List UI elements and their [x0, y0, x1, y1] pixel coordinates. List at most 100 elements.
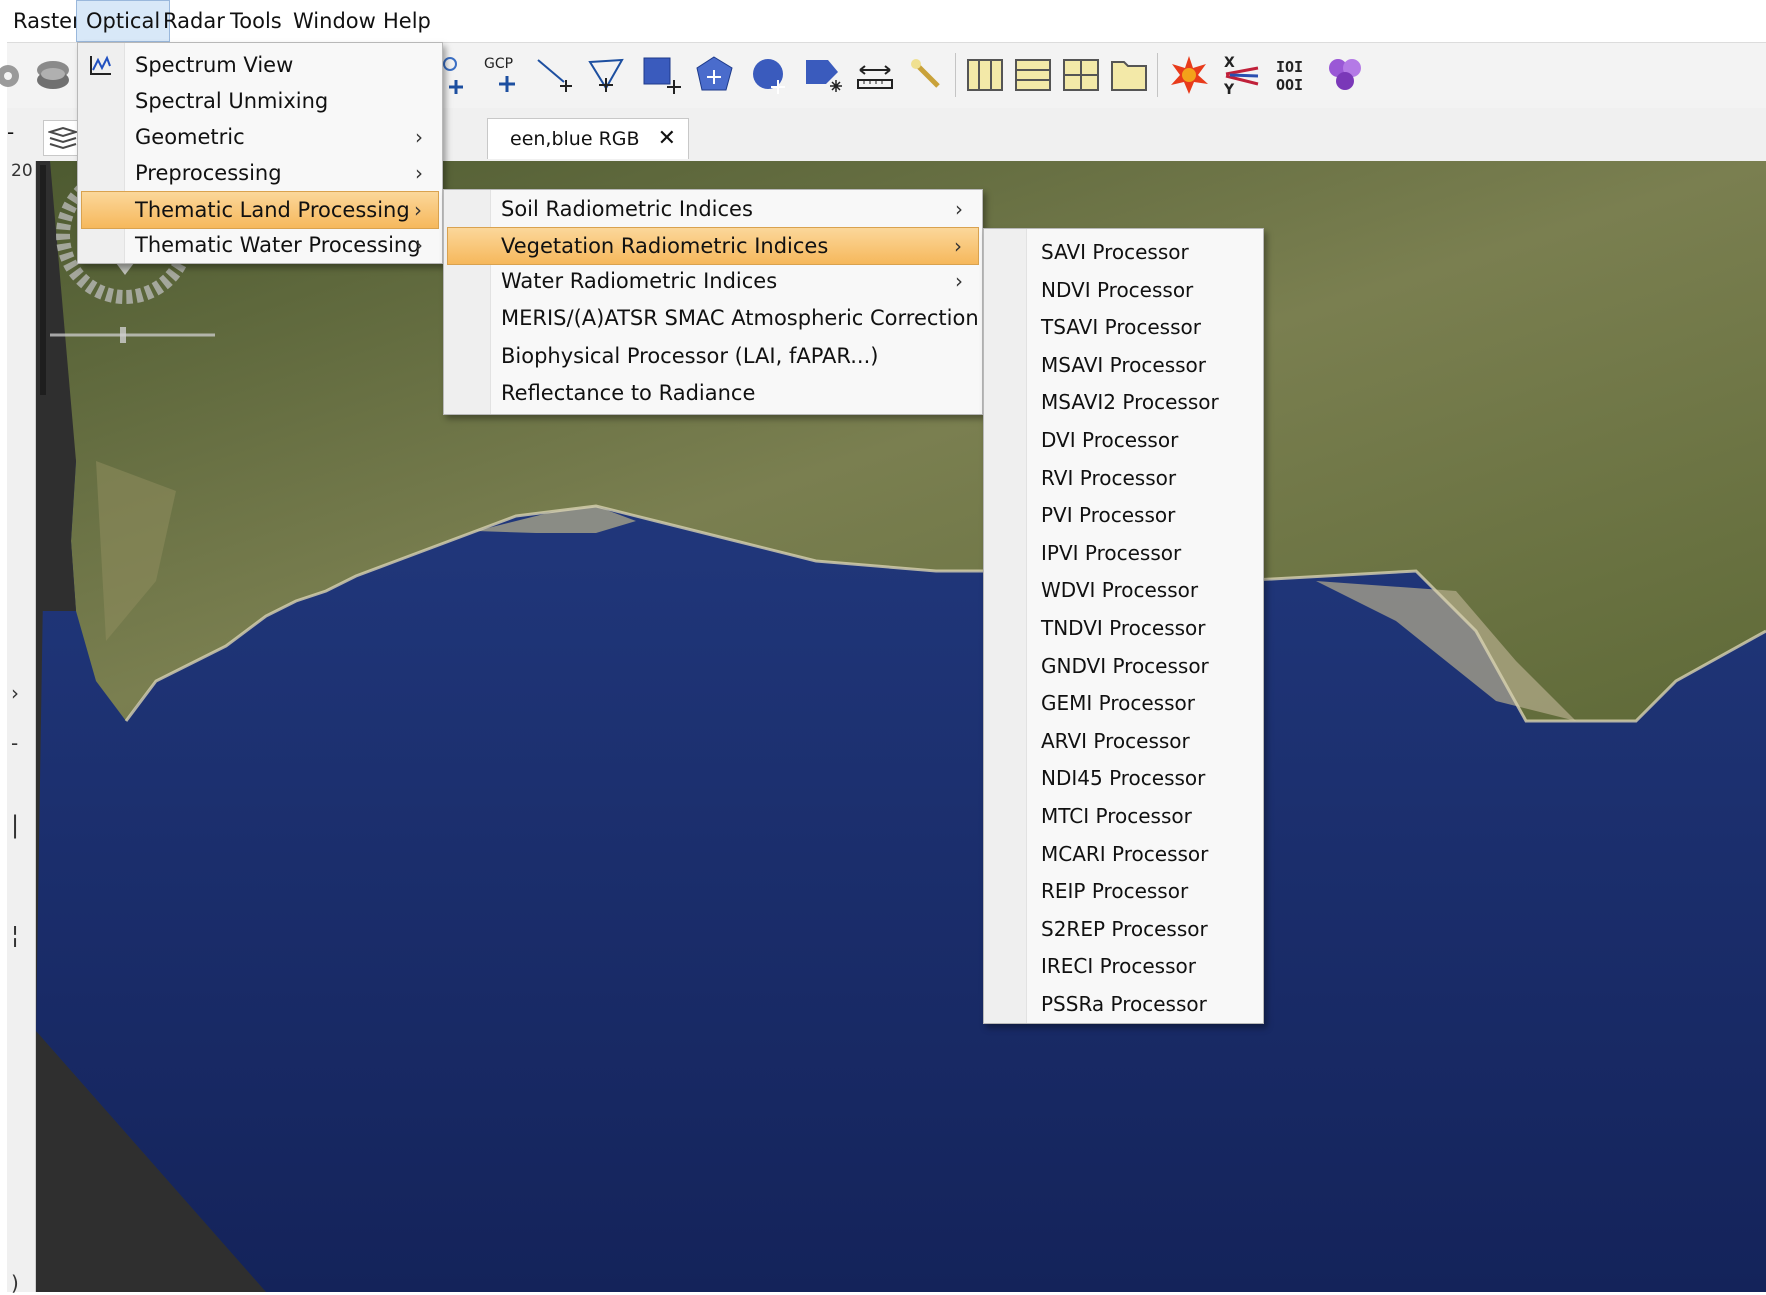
range-finder-icon[interactable]	[853, 53, 897, 97]
tool-icon[interactable]: ¦	[11, 921, 19, 949]
menu-item-label: Water Radiometric Indices	[501, 269, 778, 293]
menu-item-spectrum-view[interactable]: Spectrum View	[81, 47, 439, 83]
menu-item-mcari-processor[interactable]: MCARI Processor	[987, 835, 1260, 873]
menu-item-label: PVI Processor	[1041, 503, 1176, 528]
menu-item-label: MERIS/(A)ATSR SMAC Atmospheric Correctio…	[501, 306, 979, 330]
menu-item-msavi-processor[interactable]: MSAVI Processor	[987, 346, 1260, 384]
toolbar-separator	[955, 53, 956, 97]
hexagon-cluster-icon[interactable]	[1323, 53, 1367, 97]
gcp-label: GCP	[484, 56, 513, 72]
pixel-info-icon[interactable]	[905, 53, 949, 97]
chevron-right-icon: ›	[415, 233, 423, 257]
menu-item-label: MSAVI2 Processor	[1041, 390, 1219, 415]
xy-sync-icon[interactable]: XY	[1219, 53, 1263, 97]
layers-icon[interactable]	[31, 53, 75, 97]
menu-item-rvi-processor[interactable]: RVI Processor	[987, 459, 1260, 497]
menu-item-label: TSAVI Processor	[1041, 315, 1201, 340]
tool-icon[interactable]: |	[11, 811, 19, 839]
chevron-right-icon: ›	[415, 161, 423, 185]
rectangle-draw-icon[interactable]	[639, 53, 683, 97]
menu-item-spectral-unmixing[interactable]: Spectral Unmixing	[81, 83, 439, 119]
menu-item-label: Geometric	[135, 125, 245, 149]
menu-item-smac-atmospheric-correction[interactable]: MERIS/(A)ATSR SMAC Atmospheric Correctio…	[447, 300, 979, 336]
menu-item-label: IPVI Processor	[1041, 540, 1182, 565]
menu-item-msavi2-processor[interactable]: MSAVI2 Processor	[987, 383, 1260, 421]
menu-item-gemi-processor[interactable]: GEMI Processor	[987, 684, 1260, 722]
chevron-right-icon[interactable]: ›	[11, 681, 19, 705]
xy-label-x: X	[1224, 55, 1235, 71]
menu-item-label: RVI Processor	[1041, 465, 1177, 490]
menu-item-label: TNDVI Processor	[1041, 616, 1206, 640]
ellipse-draw-icon[interactable]	[747, 53, 791, 97]
menu-item-s2rep-processor[interactable]: S2REP Processor	[987, 910, 1260, 948]
menu-item-preprocessing[interactable]: Preprocessing ›	[81, 155, 439, 191]
menu-item-ndi45-processor[interactable]: NDI45 Processor	[987, 759, 1260, 797]
tile-vertical-icon[interactable]	[1011, 53, 1055, 97]
tool-icon[interactable]: )	[11, 1271, 19, 1295]
menu-item-pssra-processor[interactable]: PSSRa Processor	[987, 985, 1260, 1023]
menu-item-reflectance-to-radiance[interactable]: Reflectance to Radiance	[447, 375, 979, 411]
collapse-left-icon[interactable]: -	[7, 120, 21, 150]
menu-item-gndvi-processor[interactable]: GNDVI Processor	[987, 647, 1260, 685]
menu-item-geometric[interactable]: Geometric ›	[81, 119, 439, 155]
menu-help[interactable]: Help	[374, 0, 440, 42]
tile-folder-icon[interactable]	[1107, 53, 1151, 97]
chevron-right-icon: ›	[415, 125, 423, 149]
menu-bar: Raster Optical Radar Tools Window Help	[0, 0, 1766, 42]
menu-window[interactable]: Window	[284, 0, 385, 42]
menu-item-mtci-processor[interactable]: MTCI Processor	[987, 797, 1260, 835]
menu-item-reip-processor[interactable]: REIP Processor	[987, 872, 1260, 910]
tile-grid-icon[interactable]	[1059, 53, 1103, 97]
menu-item-biophysical-processor[interactable]: Biophysical Processor (LAI, fAPAR...)	[447, 338, 979, 374]
chevron-right-icon: ›	[954, 234, 962, 258]
binary-data-icon[interactable]: IOI OOI	[1271, 53, 1315, 97]
binary-top-label: IOI	[1276, 58, 1303, 76]
chevron-right-icon: ›	[955, 269, 963, 293]
chevron-right-icon: ›	[955, 197, 963, 221]
menu-item-tndvi-processor[interactable]: TNDVI Processor	[987, 609, 1260, 647]
menu-item-soil-radiometric-indices[interactable]: Soil Radiometric Indices ›	[447, 191, 979, 227]
menu-item-label: Spectrum View	[135, 53, 294, 77]
menu-item-label: MTCI Processor	[1041, 804, 1192, 828]
thematic-land-submenu: Soil Radiometric Indices › Vegetation Ra…	[443, 189, 983, 415]
menu-tools[interactable]: Tools	[221, 0, 291, 42]
polyline-draw-icon[interactable]	[585, 53, 629, 97]
menu-item-savi-processor[interactable]: SAVI Processor	[987, 233, 1260, 271]
menu-item-label: MSAVI Processor	[1041, 352, 1206, 377]
magic-wand-select-icon[interactable]	[801, 53, 845, 97]
menu-item-thematic-water-processing[interactable]: Thematic Water Processing ›	[81, 227, 439, 263]
menu-item-label: MCARI Processor	[1041, 841, 1209, 866]
polygon-draw-icon[interactable]	[693, 53, 737, 97]
menu-item-ipvi-processor[interactable]: IPVI Processor	[987, 534, 1260, 572]
menu-item-ndvi-processor[interactable]: NDVI Processor	[987, 271, 1260, 309]
menu-item-tsavi-processor[interactable]: TSAVI Processor	[987, 308, 1260, 346]
menu-item-thematic-land-processing[interactable]: Thematic Land Processing ›	[81, 191, 439, 229]
menu-item-label: REIP Processor	[1041, 879, 1189, 904]
collapse-icon[interactable]: -	[11, 731, 18, 755]
tab-rgb-image[interactable]: een,blue RGB ✕	[487, 118, 689, 159]
close-icon[interactable]: ✕	[658, 119, 676, 159]
menu-item-label: Thematic Land Processing	[135, 198, 410, 222]
menu-item-label: DVI Processor	[1041, 428, 1179, 452]
spectrum-chart-icon	[90, 55, 111, 75]
gcp-add-icon[interactable]: GCP	[479, 53, 523, 97]
menu-item-label: Biophysical Processor (LAI, fAPAR...)	[501, 344, 879, 368]
menu-item-ireci-processor[interactable]: IRECI Processor	[987, 947, 1260, 985]
binary-bottom-label: OOI	[1276, 76, 1303, 94]
line-draw-icon[interactable]	[533, 53, 577, 97]
menu-item-label: ARVI Processor	[1041, 728, 1190, 753]
menu-item-wdvi-processor[interactable]: WDVI Processor	[987, 571, 1260, 609]
menu-item-label: Vegetation Radiometric Indices	[501, 234, 829, 258]
layers-tab-icon	[48, 126, 78, 150]
toolbar-separator	[1157, 53, 1158, 97]
menu-item-water-radiometric-indices[interactable]: Water Radiometric Indices ›	[447, 263, 979, 299]
menu-item-dvi-processor[interactable]: DVI Processor	[987, 421, 1260, 459]
menu-item-vegetation-radiometric-indices[interactable]: Vegetation Radiometric Indices ›	[447, 227, 979, 265]
menu-item-label: S2REP Processor	[1041, 916, 1208, 941]
tile-horizontal-icon[interactable]	[963, 53, 1007, 97]
menu-item-arvi-processor[interactable]: ARVI Processor	[987, 722, 1260, 760]
menu-item-pvi-processor[interactable]: PVI Processor	[987, 496, 1260, 534]
menu-item-label: NDI45 Processor	[1041, 766, 1206, 791]
star-explosion-icon[interactable]	[1167, 53, 1211, 97]
menu-item-label: Preprocessing	[135, 161, 282, 185]
